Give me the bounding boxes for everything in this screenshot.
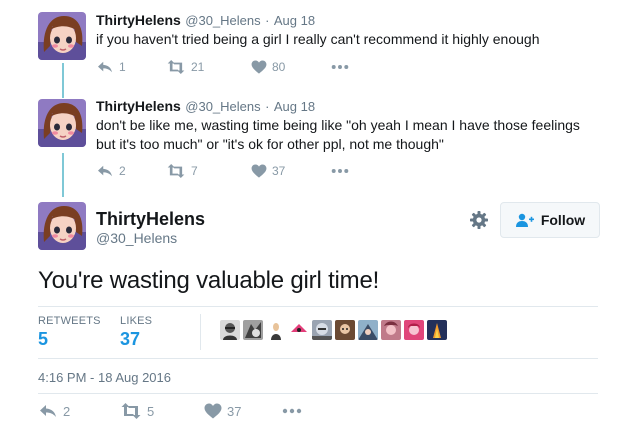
reply-button[interactable]: 2 [38,403,120,419]
reply-count: 1 [119,60,126,74]
stat-label: RETWEETS [38,315,101,327]
reply-icon [96,60,114,74]
liker-avatar[interactable] [358,320,378,340]
meta-separator: · [265,99,270,114]
reply-count: 2 [119,164,126,178]
stat-value: 37 [120,329,141,349]
liker-avatar[interactable] [312,320,332,340]
liker-avatar[interactable] [289,320,309,340]
reply-icon [96,164,114,178]
tweet-text: don't be like me, wasting time being lik… [96,116,580,154]
follow-person-icon [515,213,534,227]
like-count: 37 [227,403,242,419]
avatar[interactable] [38,99,86,147]
liker-avatar[interactable] [266,320,286,340]
heart-icon [251,60,267,74]
stat-value: 5 [38,329,49,349]
heart-icon [204,403,222,419]
main-tweet-text: You're wasting valuable girl time! [38,267,380,294]
avatar-main[interactable] [38,202,86,250]
retweet-icon [166,60,186,74]
liker-avatars [220,320,447,340]
tweet-text-line: but it's too much" or "it's ok for other… [96,136,444,152]
avatar[interactable] [38,12,86,60]
stat-retweets[interactable]: RETWEETS 5 [38,315,101,350]
main-tweet-actions: 2 5 37 [38,403,302,419]
liker-avatar[interactable] [220,320,240,340]
stat-likes[interactable]: LIKES 37 [120,315,152,350]
stat-separator [200,314,201,350]
more-button[interactable] [282,408,302,414]
retweet-button[interactable]: 5 [120,403,204,419]
user-handle[interactable]: @30_Helens [96,230,177,246]
gear-icon[interactable] [469,210,489,230]
tweet-text: if you haven't tried being a girl I real… [96,31,540,47]
tweet-header: ThirtyHelens @30_Helens · Aug 18 [96,98,315,116]
stat-label: LIKES [120,315,153,327]
reply-button[interactable]: 2 [96,164,166,178]
liker-avatar[interactable] [335,320,355,340]
more-button[interactable] [331,168,349,174]
liker-avatar[interactable] [381,320,401,340]
thread-connector-line [62,63,64,98]
tweet-text-line: don't be like me, wasting time being lik… [96,117,580,133]
display-name[interactable]: ThirtyHelens [96,12,181,28]
divider [38,358,598,359]
liker-avatar[interactable] [243,320,263,340]
reply-button[interactable]: 1 [96,60,166,74]
tweet-header: ThirtyHelens @30_Helens · Aug 18 [96,12,315,30]
more-icon [331,64,349,70]
tweet-actions: 1 21 80 [96,60,349,74]
follow-label: Follow [540,212,586,228]
user-handle[interactable]: @30_Helens [185,13,260,28]
thread-connector-line [62,153,64,197]
tweet-date[interactable]: Aug 18 [274,13,315,28]
divider [38,393,598,394]
heart-icon [251,164,267,178]
retweet-button[interactable]: 7 [166,164,251,178]
more-icon [331,168,349,174]
display-name[interactable]: ThirtyHelens [96,98,181,114]
like-button[interactable]: 37 [251,164,331,178]
user-handle[interactable]: @30_Helens [185,99,260,114]
like-button[interactable]: 80 [251,60,331,74]
like-button[interactable]: 37 [204,403,282,419]
meta-separator: · [265,13,270,28]
retweet-count: 21 [191,60,205,74]
reply-count: 2 [63,403,71,419]
like-count: 80 [272,60,286,74]
tweet-actions: 2 7 37 [96,164,349,178]
retweet-button[interactable]: 21 [166,60,251,74]
more-button[interactable] [331,64,349,70]
reply-icon [38,403,58,419]
retweet-icon [166,164,186,178]
liker-avatar[interactable] [427,320,447,340]
retweet-icon [120,403,142,419]
retweet-count: 5 [147,403,155,419]
tweet-timestamp[interactable]: 4:16 PM - 18 Aug 2016 [38,370,171,385]
like-count: 37 [272,164,286,178]
retweet-count: 7 [191,164,198,178]
follow-button[interactable]: Follow [500,202,600,238]
liker-avatar[interactable] [404,320,424,340]
tweet-date[interactable]: Aug 18 [274,99,315,114]
display-name[interactable]: ThirtyHelens [96,209,205,230]
divider [38,306,598,307]
more-icon [282,408,302,414]
